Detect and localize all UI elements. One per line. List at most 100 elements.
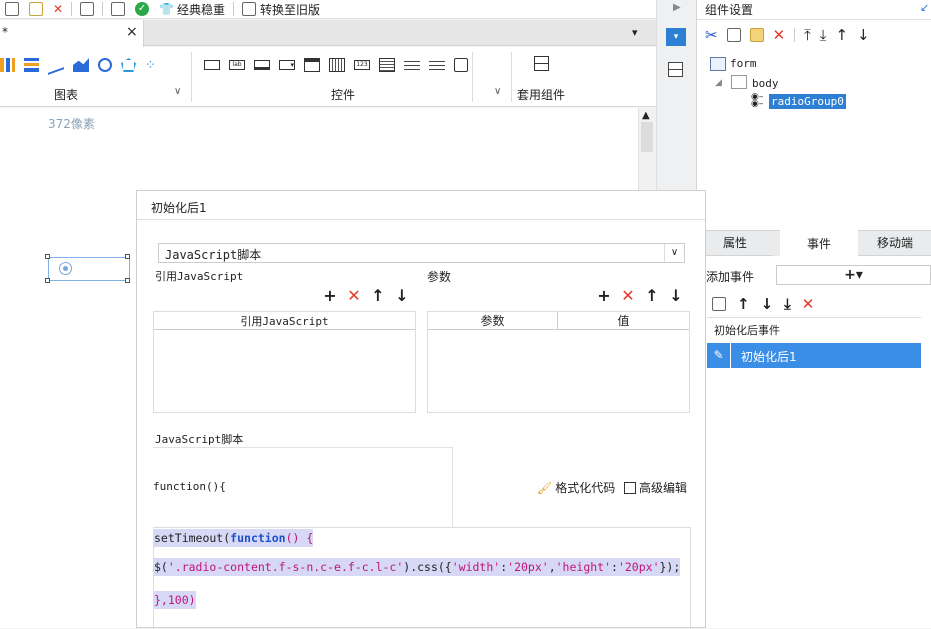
tab-events-label: 事件: [806, 236, 831, 251]
move-top-icon[interactable]: ⤒: [804, 26, 811, 44]
text-box-icon[interactable]: [204, 60, 220, 70]
format-code-button[interactable]: 🖌 格式化代码: [537, 479, 615, 496]
paste-icon: [29, 2, 43, 16]
checkbox-group-icon[interactable]: [429, 58, 445, 72]
add-icon[interactable]: +: [592, 286, 616, 305]
code-editor[interactable]: setTimeout(function() { $('.radio-conten…: [153, 527, 691, 629]
delete-icon[interactable]: ✕: [802, 295, 815, 313]
combo-box-icon[interactable]: ▾: [279, 60, 295, 70]
move-up-icon[interactable]: ↑: [366, 286, 390, 305]
date-control-icon[interactable]: [329, 58, 345, 72]
ribbon-separator: [511, 52, 512, 102]
gauge-chart-icon[interactable]: [98, 58, 112, 72]
move-bottom-icon[interactable]: ⤓: [820, 26, 827, 44]
resize-handle[interactable]: [45, 278, 50, 283]
selected-radio-widget[interactable]: [48, 257, 130, 281]
ref-js-section-label: 引用JavaScript: [155, 270, 244, 283]
add-icon[interactable]: +: [318, 286, 342, 305]
tab-active[interactable]: * ×: [0, 20, 144, 47]
button-control-icon[interactable]: [254, 60, 270, 70]
param-column-header[interactable]: 参数: [428, 312, 558, 330]
classic-theme-label: 经典稳重: [177, 2, 226, 17]
bar-chart-icon[interactable]: [0, 58, 15, 72]
move-up-icon[interactable]: ↑: [835, 26, 848, 44]
convert-old-button[interactable]: 转换至旧版: [237, 0, 325, 19]
ribbon-separator: [472, 52, 473, 102]
move-down-icon[interactable]: ↓: [761, 295, 774, 313]
tab-properties[interactable]: 属性: [697, 230, 773, 256]
delete-tool-button[interactable]: ✕: [48, 0, 68, 19]
search-tool-button[interactable]: [106, 0, 130, 19]
param-table[interactable]: 参数 值: [427, 311, 690, 413]
search-control-icon[interactable]: [454, 58, 468, 72]
code-string: '20px': [507, 560, 549, 574]
move-up-icon[interactable]: ↑: [640, 286, 664, 305]
line-chart-icon[interactable]: [48, 55, 64, 75]
tree-node-body[interactable]: body: [752, 77, 779, 90]
component-panel-icon[interactable]: ▾: [666, 28, 686, 46]
radar-chart-icon[interactable]: [121, 58, 136, 72]
ref-js-table[interactable]: 引用JavaScript: [153, 311, 416, 413]
event-item-selected[interactable]: ✎ 初始化后1: [707, 343, 921, 368]
panel-control-icon[interactable]: [304, 58, 320, 72]
chart-group-label: 图表: [54, 88, 79, 102]
code-string: 'width': [451, 560, 501, 574]
resize-handle[interactable]: [125, 254, 130, 259]
area-chart-icon[interactable]: [73, 58, 89, 72]
divider: [707, 317, 921, 318]
tab-menu-icon[interactable]: ▾: [632, 26, 638, 39]
paste-icon[interactable]: [749, 28, 764, 42]
tree-node-radiogroup0[interactable]: radioGroup0: [769, 94, 846, 109]
move-down-icon[interactable]: ↓: [390, 286, 414, 305]
advanced-edit-button[interactable]: 高级编辑: [624, 479, 687, 496]
tab-events[interactable]: 事件: [780, 230, 858, 256]
move-bottom-icon[interactable]: ⤓: [784, 295, 791, 313]
toolbar-separator: [102, 2, 104, 16]
shirt-icon: 👕: [159, 2, 175, 16]
collapse-icon[interactable]: ↙: [920, 1, 929, 14]
copy-icon[interactable]: [726, 28, 741, 42]
scroll-up-icon[interactable]: ▲: [642, 110, 650, 121]
move-down-icon[interactable]: ↓: [857, 26, 870, 44]
chevron-down-icon[interactable]: ∨: [664, 244, 684, 262]
label-control-icon[interactable]: lab: [229, 60, 245, 70]
copy-icon[interactable]: [712, 297, 726, 311]
template-component-icon[interactable]: [534, 56, 549, 71]
tab-mobile[interactable]: 移动端: [858, 230, 931, 256]
resize-handle[interactable]: [125, 278, 130, 283]
add-event-dropdown[interactable]: +▾: [776, 265, 931, 285]
script-type-select[interactable]: JavaScript脚本 ∨: [158, 243, 685, 263]
tree-expand-icon[interactable]: ◢: [715, 78, 722, 88]
delete-icon[interactable]: ✕: [616, 286, 640, 305]
tree-node-form[interactable]: form: [730, 57, 757, 70]
tab-close-icon[interactable]: ×: [126, 24, 138, 40]
control-group-expand-icon[interactable]: ∨: [494, 86, 501, 97]
check-tool-button[interactable]: ✓: [130, 0, 154, 19]
delete-icon[interactable]: ✕: [342, 286, 366, 305]
resize-handle[interactable]: [45, 254, 50, 259]
move-down-icon[interactable]: ↓: [664, 286, 688, 305]
hbar-chart-icon[interactable]: [24, 58, 39, 72]
chart-icons: ⁘: [0, 55, 180, 75]
number-control-icon[interactable]: 123: [354, 60, 370, 70]
value-column-header[interactable]: 值: [558, 312, 689, 330]
code-string: '20px': [617, 560, 660, 574]
paste-tool-button[interactable]: [24, 0, 48, 19]
radio-group-icon[interactable]: [404, 58, 420, 72]
preview-tool-button[interactable]: [75, 0, 99, 19]
ref-js-column-header[interactable]: 引用JavaScript: [154, 312, 415, 330]
copy-tool-button[interactable]: [0, 0, 24, 19]
edit-pencil-icon[interactable]: ✎: [707, 343, 731, 368]
copy-icon: [5, 2, 19, 16]
expand-arrow-icon[interactable]: ▶: [673, 2, 681, 13]
textarea-control-icon[interactable]: [379, 58, 395, 72]
move-up-icon[interactable]: ↑: [737, 295, 750, 313]
delete-icon[interactable]: ✕: [773, 26, 786, 44]
classic-theme-button[interactable]: 👕 经典稳重: [154, 0, 230, 19]
cut-icon[interactable]: ✂: [705, 26, 718, 44]
scrollbar-thumb[interactable]: [641, 122, 653, 152]
code-token: setTimeout(: [154, 531, 231, 545]
layout-panel-icon[interactable]: [668, 62, 683, 77]
chart-group-expand-icon[interactable]: ∨: [174, 86, 181, 97]
scatter-chart-icon[interactable]: ⁘: [145, 58, 156, 73]
